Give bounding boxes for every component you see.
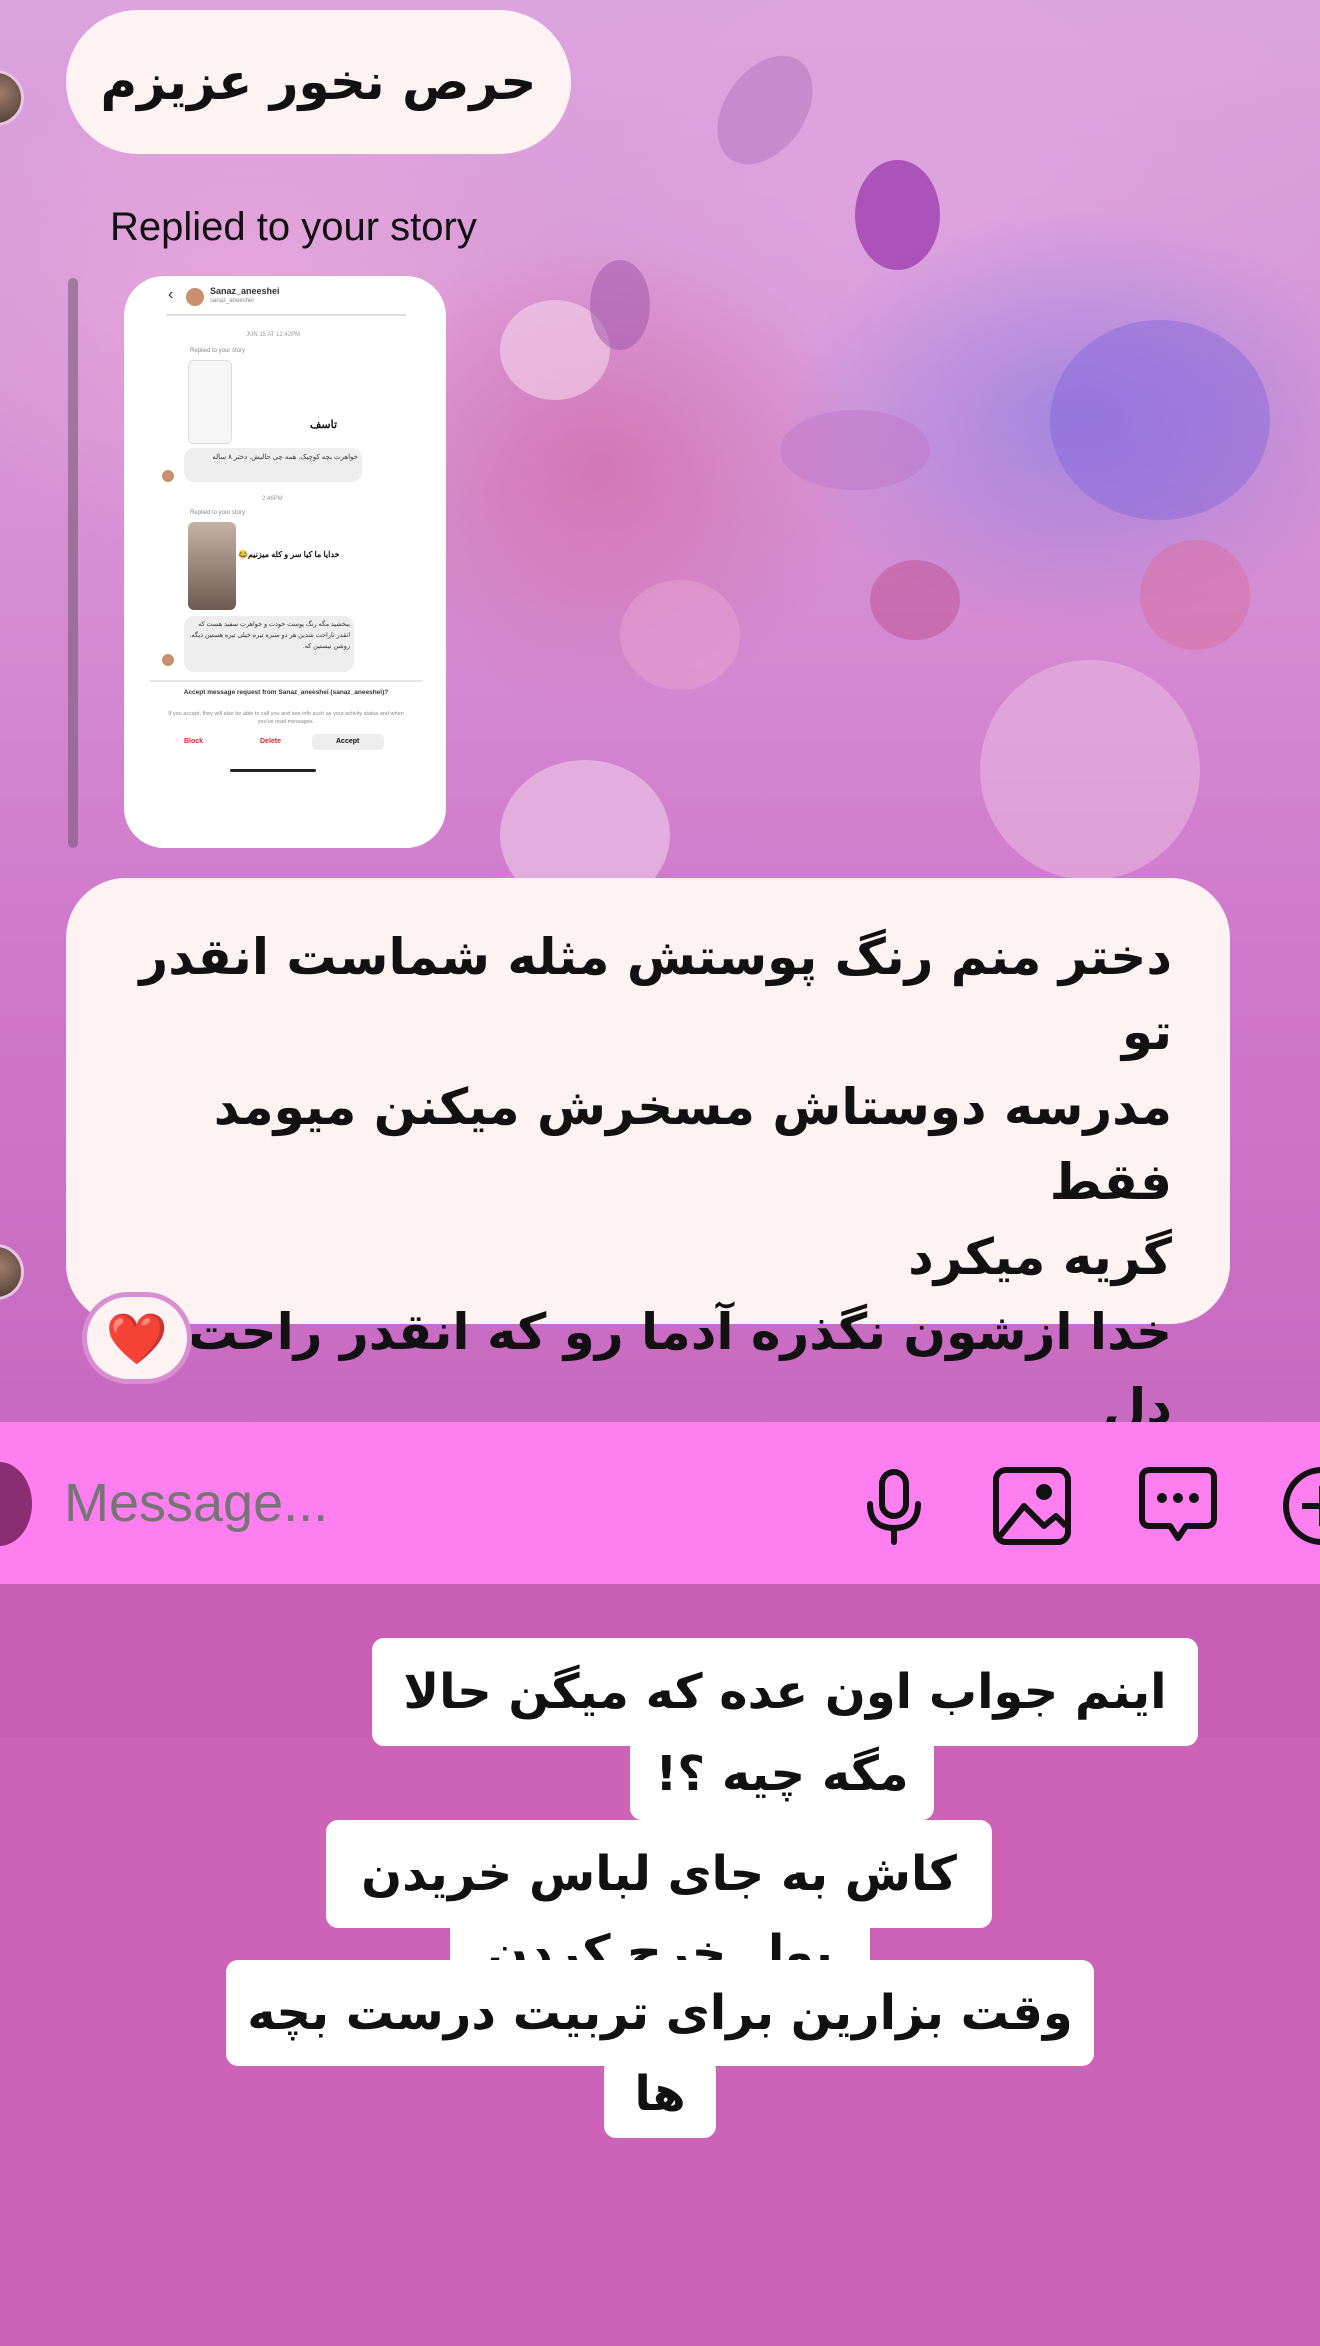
divider [166,314,406,316]
avatar [186,288,204,306]
reply-text: خواهرت بچه کوچیک. همه چی حالیش. دختر ۸ س… [212,454,358,461]
delete-button: Delete [260,738,282,745]
bokeh-decoration [500,300,610,400]
bokeh-decoration [855,160,940,270]
story-username: Sanaz_aneeshei [210,286,280,296]
microphone-icon[interactable] [852,1464,936,1548]
story-thumbnail [188,360,232,444]
story-preview[interactable]: ‹ Sanaz_aneeshei sanaz_aneeshei JUN 15 A… [124,276,446,848]
sticker-text: خدایا ما کیا سر و کله میزنیم😂 [238,550,340,559]
caption-line-6: ها [604,2058,716,2138]
story-handle: sanaz_aneeshei [210,298,254,304]
avatar [162,470,174,482]
caption-line-1: اینم جواب اون عده که میگن حالا [372,1638,1198,1746]
divider [150,680,422,682]
bokeh-decoration [1050,320,1270,520]
block-button: Block [184,738,204,745]
avatar [162,654,174,666]
replied-label: Replied to your story [190,348,246,354]
caption-line-5: وقت بزارین برای تربیت درست بچه [226,1960,1094,2066]
sticker-text: تاسف [310,419,338,431]
image-icon[interactable] [990,1464,1074,1548]
accept-button: Accept [336,738,360,745]
story-reply-label: Replied to your story [110,205,477,249]
bokeh-decoration [620,580,740,690]
accept-request-title: Accept message request from Sanaz_aneesh… [183,689,389,696]
message-bubble[interactable]: دختر منم رنگ پوستش مثله شماست انقدر تو م… [66,878,1230,1511]
bokeh-decoration [1140,540,1250,650]
bokeh-decoration [697,37,833,183]
bokeh-decoration [590,260,650,350]
camera-button[interactable] [0,1462,32,1546]
accept-request-body: If you accept, they will also be able to… [168,711,404,725]
story-thumbnail [188,522,236,610]
timestamp: 2:46PM [262,496,283,502]
caption-line-2: مگه چیه ؟! [630,1736,934,1820]
replied-label: Replied to your story [190,510,246,516]
home-indicator [230,769,316,772]
timestamp: JUN 15 AT 12:42PM [246,332,301,338]
bokeh-decoration [780,410,930,490]
message-composer [0,1422,1320,1584]
bokeh-decoration [870,560,960,640]
plus-icon[interactable] [1280,1464,1320,1548]
message-bubble[interactable]: حرص نخور عزیزم [66,10,571,154]
reply-indicator-bar [68,278,78,848]
back-chevron-icon: ‹ [168,286,174,303]
bokeh-decoration [980,660,1200,880]
heart-reaction-icon[interactable]: ❤️ [82,1292,192,1384]
reply-text: ببخشید مگه رنگ پوست خودت و خواهرت سفید ه… [189,621,350,650]
sticker-chat-icon[interactable] [1136,1464,1220,1548]
caption-line-3: کاش به جای لباس خریدن [326,1820,992,1928]
message-input[interactable] [64,1466,764,1540]
